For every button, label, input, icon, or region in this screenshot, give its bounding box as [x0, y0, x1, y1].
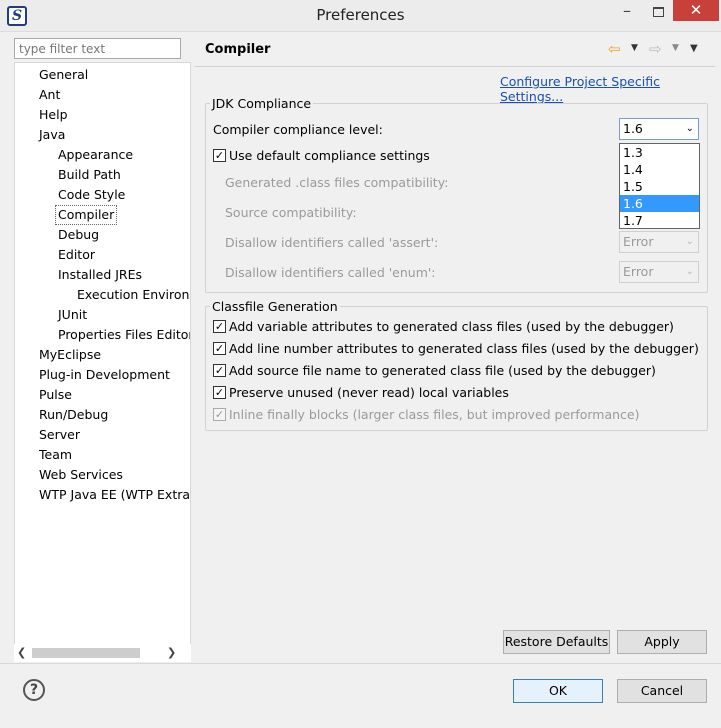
- restore-defaults-button[interactable]: Restore Defaults: [503, 630, 610, 654]
- chevron-down-icon: ⌄: [685, 123, 694, 134]
- preserve-unused-locals-checkbox[interactable]: ✓: [213, 386, 226, 399]
- footer-divider: [0, 663, 721, 664]
- compliance-level-label: Compiler compliance level:: [213, 122, 383, 137]
- apply-button[interactable]: Apply: [617, 630, 707, 654]
- chevron-down-icon: ⌄: [685, 266, 694, 277]
- back-arrow-icon[interactable]: ⇦: [608, 40, 621, 58]
- use-default-compliance-label: Use default compliance settings: [229, 148, 430, 163]
- tree-item[interactable]: Team: [39, 445, 72, 465]
- dropdown-option[interactable]: 1.3: [620, 144, 699, 161]
- inline-finally-checkbox[interactable]: ✓: [213, 408, 226, 421]
- minimize-button[interactable]: –: [611, 0, 643, 26]
- add-variable-attributes-checkbox[interactable]: ✓: [213, 320, 226, 333]
- tree-item[interactable]: MyEclipse: [39, 345, 101, 365]
- disallow-assert-value: Error: [623, 234, 654, 249]
- preserve-unused-locals-label: Preserve unused (never read) local varia…: [229, 385, 509, 400]
- chevron-down-icon: ⌄: [685, 236, 694, 247]
- ok-button[interactable]: OK: [513, 679, 603, 703]
- add-source-file-name-label: Add source file name to generated class …: [229, 363, 656, 378]
- disallow-assert-combo[interactable]: Error ⌄: [619, 231, 699, 253]
- help-icon[interactable]: ?: [23, 679, 45, 701]
- add-source-file-name-checkbox[interactable]: ✓: [213, 364, 226, 377]
- tree-item[interactable]: Plug-in Development: [39, 365, 170, 385]
- dropdown-option[interactable]: 1.5: [620, 178, 699, 195]
- page-title: Compiler: [205, 42, 271, 57]
- add-line-number-checkbox[interactable]: ✓: [213, 342, 226, 355]
- back-dropdown-icon[interactable]: ▼: [631, 43, 638, 53]
- tree-item[interactable]: WTP Java EE (WTP Extras): [39, 485, 190, 505]
- maximize-icon: [653, 7, 664, 17]
- dropdown-option[interactable]: 1.4: [620, 161, 699, 178]
- add-variable-attributes-label: Add variable attributes to generated cla…: [229, 319, 674, 334]
- header-divider: [195, 66, 715, 67]
- tree-item[interactable]: Debug: [58, 225, 99, 245]
- inline-finally-label: Inline finally blocks (larger class file…: [229, 407, 640, 422]
- maximize-button[interactable]: [643, 0, 673, 26]
- classfile-generation-legend: Classfile Generation: [210, 299, 340, 314]
- close-button[interactable]: ✕: [673, 0, 719, 21]
- filter-input[interactable]: [14, 38, 181, 59]
- forward-arrow-icon[interactable]: ⇨: [649, 40, 662, 58]
- tree-item[interactable]: Appearance: [58, 145, 133, 165]
- tree-item[interactable]: Server: [39, 425, 80, 445]
- disallow-assert-label: Disallow identifiers called 'assert':: [225, 235, 439, 250]
- tree-item[interactable]: Help: [39, 105, 68, 125]
- tree-item[interactable]: Installed JREs: [58, 265, 142, 285]
- compliance-level-value: 1.6: [623, 121, 643, 136]
- jdk-compliance-legend: JDK Compliance: [210, 96, 314, 111]
- dropdown-option[interactable]: 1.7: [620, 212, 699, 229]
- tree-item[interactable]: Code Style: [58, 185, 125, 205]
- tree-item[interactable]: Ant: [39, 85, 60, 105]
- disallow-enum-combo[interactable]: Error ⌄: [619, 261, 699, 283]
- tree-item[interactable]: Compiler: [55, 205, 118, 225]
- compliance-level-combo[interactable]: 1.6 ⌄: [619, 118, 699, 140]
- view-menu-icon[interactable]: ▼: [690, 43, 698, 54]
- scroll-left-icon[interactable]: ❮: [17, 646, 26, 659]
- scrollbar-thumb[interactable]: [32, 648, 140, 658]
- preference-tree: General Ant Help Java Appearance Build Path Co…: [14, 62, 191, 662]
- tree-item[interactable]: Editor: [58, 245, 95, 265]
- tree-item[interactable]: Java: [39, 125, 65, 145]
- add-line-number-label: Add line number attributes to generated …: [229, 341, 699, 356]
- generated-class-compat-label: Generated .class files compatibility:: [225, 175, 449, 190]
- tree-item[interactable]: Pulse: [39, 385, 72, 405]
- tree-item[interactable]: Build Path: [58, 165, 121, 185]
- tree-item[interactable]: JUnit: [58, 305, 87, 325]
- tree-item[interactable]: Execution Environments: [77, 285, 190, 305]
- disallow-enum-value: Error: [623, 264, 654, 279]
- compliance-level-dropdown: 1.3 1.4 1.5 1.6 1.7: [619, 143, 700, 229]
- tree-item[interactable]: General: [39, 65, 88, 85]
- scroll-right-icon[interactable]: ❯: [167, 646, 176, 659]
- tree-item[interactable]: Properties Files Editor: [58, 325, 190, 345]
- disallow-enum-label: Disallow identifiers called 'enum':: [225, 265, 436, 280]
- tree-item[interactable]: Run/Debug: [39, 405, 108, 425]
- tree-item[interactable]: Web Services: [39, 465, 123, 485]
- forward-dropdown-icon[interactable]: ▼: [672, 43, 679, 53]
- source-compat-label: Source compatibility:: [225, 205, 357, 220]
- dropdown-option-selected[interactable]: 1.6: [620, 195, 699, 212]
- configure-project-settings-link[interactable]: Configure Project Specific Settings...: [500, 74, 721, 104]
- cancel-button[interactable]: Cancel: [617, 679, 707, 703]
- use-default-compliance-checkbox[interactable]: ✓: [213, 149, 226, 162]
